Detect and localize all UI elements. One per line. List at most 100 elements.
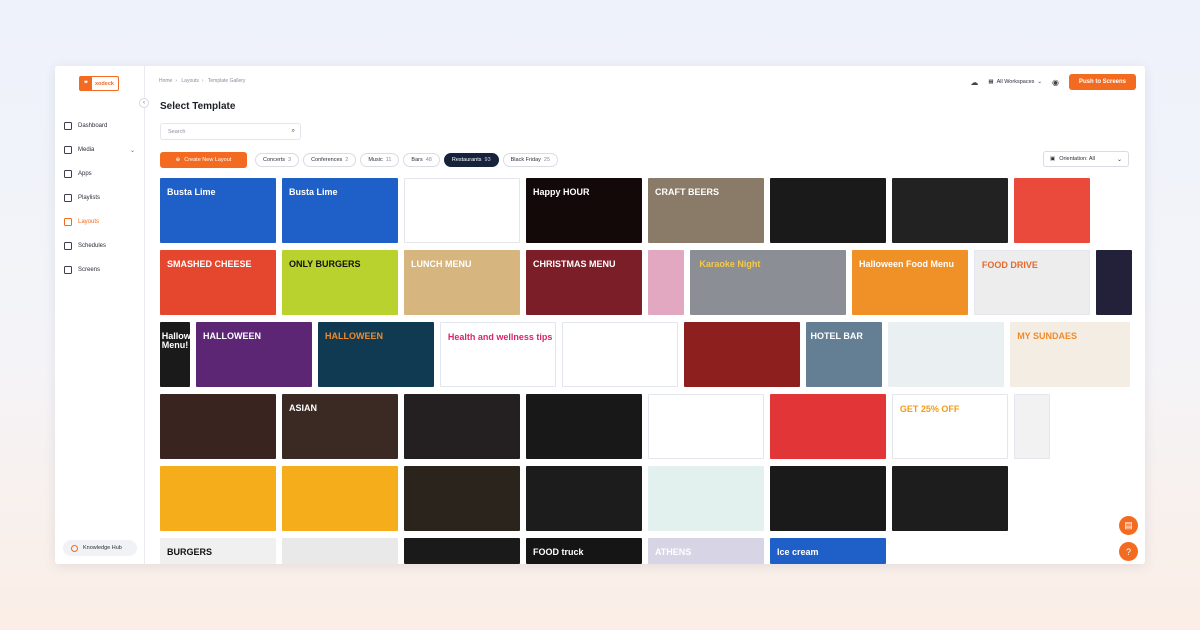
- template-card[interactable]: [1096, 250, 1132, 315]
- template-card[interactable]: [404, 538, 520, 564]
- chip-count: 48: [425, 157, 432, 163]
- breadcrumb-home[interactable]: Home: [159, 78, 172, 84]
- template-title: Busta Lime: [166, 187, 216, 197]
- sidebar-item-screens[interactable]: Screens: [55, 258, 144, 282]
- template-card[interactable]: [1014, 394, 1050, 459]
- template-card[interactable]: [160, 466, 276, 531]
- filter-chip-bars[interactable]: Bars 48: [403, 153, 440, 167]
- template-card[interactable]: [648, 466, 764, 531]
- sidebar-item-playlists[interactable]: Playlists: [55, 186, 144, 210]
- sidebar-item-layouts[interactable]: Layouts: [55, 210, 144, 234]
- template-title: SMASHED CHEESE: [166, 259, 252, 269]
- breadcrumb-layouts[interactable]: Layouts: [181, 78, 199, 84]
- main-content: Home › Layouts › Template Gallery ☁ ▦ All …: [145, 66, 1145, 564]
- template-card[interactable]: FOOD truck: [526, 538, 642, 564]
- template-card[interactable]: HOTEL BAR: [806, 322, 882, 387]
- template-title: Ice cream: [776, 547, 819, 557]
- template-card[interactable]: SMASHED CHEESE: [160, 250, 276, 315]
- template-card[interactable]: [404, 178, 520, 243]
- collapse-sidebar-button[interactable]: ‹: [139, 98, 149, 108]
- template-card[interactable]: CRAFT BEERS: [648, 178, 764, 243]
- template-card[interactable]: HALLOWEEN: [196, 322, 312, 387]
- template-card[interactable]: Halloween Food Menu: [852, 250, 968, 315]
- chevron-down-icon: ⌄: [1116, 156, 1122, 163]
- chat-button[interactable]: ▤: [1119, 516, 1138, 535]
- sidebar-item-media[interactable]: Media ⌄: [55, 138, 144, 162]
- filter-chip-music[interactable]: Music 11: [360, 153, 400, 167]
- template-card[interactable]: Health and wellness tips: [440, 322, 556, 387]
- filter-chip-black-friday[interactable]: Black Friday 25: [502, 153, 559, 167]
- template-card[interactable]: [770, 394, 886, 459]
- chat-icon: ▤: [1124, 520, 1133, 530]
- layouts-icon: [64, 218, 72, 226]
- template-card[interactable]: GET 25% OFF: [892, 394, 1008, 459]
- cloud-upload-icon[interactable]: ☁: [970, 78, 978, 87]
- knowledge-hub-label: Knowledge Hub: [83, 545, 122, 551]
- template-card[interactable]: MY SUNDAES: [1010, 322, 1130, 387]
- template-card[interactable]: Karaoke Night: [690, 250, 846, 315]
- template-card[interactable]: [648, 250, 684, 315]
- template-card[interactable]: [562, 322, 678, 387]
- template-card[interactable]: ATHENS: [648, 538, 764, 564]
- create-new-layout-button[interactable]: ⊕ Create New Layout: [160, 152, 247, 168]
- template-card[interactable]: ASIAN: [282, 394, 398, 459]
- chip-count: 25: [543, 157, 551, 163]
- chip-count: 3: [288, 157, 292, 163]
- template-card[interactable]: [770, 178, 886, 243]
- filter-chip-conferences[interactable]: Conferences 2: [303, 153, 357, 167]
- push-to-screens-button[interactable]: Push to Screens: [1068, 74, 1136, 90]
- filter-chip-concerts[interactable]: Concerts 3: [255, 153, 300, 167]
- sidebar-item-label: Screens: [78, 267, 101, 273]
- template-card[interactable]: LUNCH MENU: [404, 250, 520, 315]
- template-card[interactable]: BURGERS: [160, 538, 276, 564]
- template-card[interactable]: Busta Lime: [282, 178, 398, 243]
- template-card[interactable]: [770, 466, 886, 531]
- template-card[interactable]: [648, 394, 764, 459]
- template-card[interactable]: ONLY BURGERS: [282, 250, 398, 315]
- sidebar: ❞ xodeck ‹ Dashboard Media ⌄ Apps Playlis…: [55, 66, 149, 564]
- chip-label: Restaurants: [451, 157, 482, 163]
- template-card[interactable]: Ice cream: [770, 538, 886, 564]
- sidebar-item-dashboard[interactable]: Dashboard: [55, 114, 144, 138]
- template-card[interactable]: HALLOWEEN: [318, 322, 434, 387]
- help-icon: ?: [1125, 546, 1131, 557]
- sidebar-item-label: Playlists: [78, 195, 101, 201]
- sidebar-item-label: Media: [78, 147, 95, 153]
- template-card[interactable]: Busta Lime: [160, 178, 276, 243]
- orientation-icon: ▣: [1050, 156, 1056, 162]
- template-card[interactable]: [892, 466, 1008, 531]
- template-card[interactable]: [282, 466, 398, 531]
- template-card[interactable]: [684, 322, 800, 387]
- template-card[interactable]: [404, 394, 520, 459]
- template-card[interactable]: [526, 394, 642, 459]
- create-new-layout-label: Create New Layout: [184, 157, 232, 163]
- template-card[interactable]: CHRISTMAS MENU: [526, 250, 642, 315]
- knowledge-hub-button[interactable]: Knowledge Hub: [63, 540, 137, 556]
- sidebar-item-apps[interactable]: Apps: [55, 162, 144, 186]
- template-card[interactable]: [526, 466, 642, 531]
- template-title: Busta Lime: [288, 187, 338, 197]
- template-title: MY SUNDAES: [1017, 331, 1078, 341]
- orientation-select[interactable]: ▣ Orientation: All ⌄: [1043, 151, 1129, 167]
- search-icon: ⌕: [291, 128, 295, 134]
- template-card[interactable]: [892, 178, 1008, 243]
- template-card[interactable]: [282, 538, 398, 564]
- workspace-selector[interactable]: ▦ All Workspaces ⌄: [988, 79, 1042, 85]
- knowledge-hub-icon: [71, 544, 78, 552]
- template-card[interactable]: [404, 466, 520, 531]
- logo[interactable]: ❞ xodeck: [79, 76, 119, 91]
- sidebar-item-schedules[interactable]: Schedules: [55, 234, 144, 258]
- template-card[interactable]: FOOD DRIVE: [974, 250, 1090, 315]
- header-actions: ☁ ▦ All Workspaces ⌄ ◉ Push to Screens: [970, 74, 1136, 90]
- template-card[interactable]: [1014, 178, 1090, 243]
- search-input[interactable]: Search ⌕: [160, 123, 301, 140]
- template-card[interactable]: [888, 322, 1004, 387]
- template-card[interactable]: Halloween Menu!: [160, 322, 190, 387]
- template-card[interactable]: [160, 394, 276, 459]
- chevron-down-icon: ⌄: [1037, 79, 1042, 85]
- help-button[interactable]: ?: [1119, 542, 1138, 561]
- filter-chip-restaurants[interactable]: Restaurants 93: [443, 153, 499, 167]
- template-card[interactable]: Happy HOUR: [526, 178, 642, 243]
- chip-count: 93: [484, 157, 491, 163]
- user-avatar-icon[interactable]: ◉: [1052, 78, 1059, 87]
